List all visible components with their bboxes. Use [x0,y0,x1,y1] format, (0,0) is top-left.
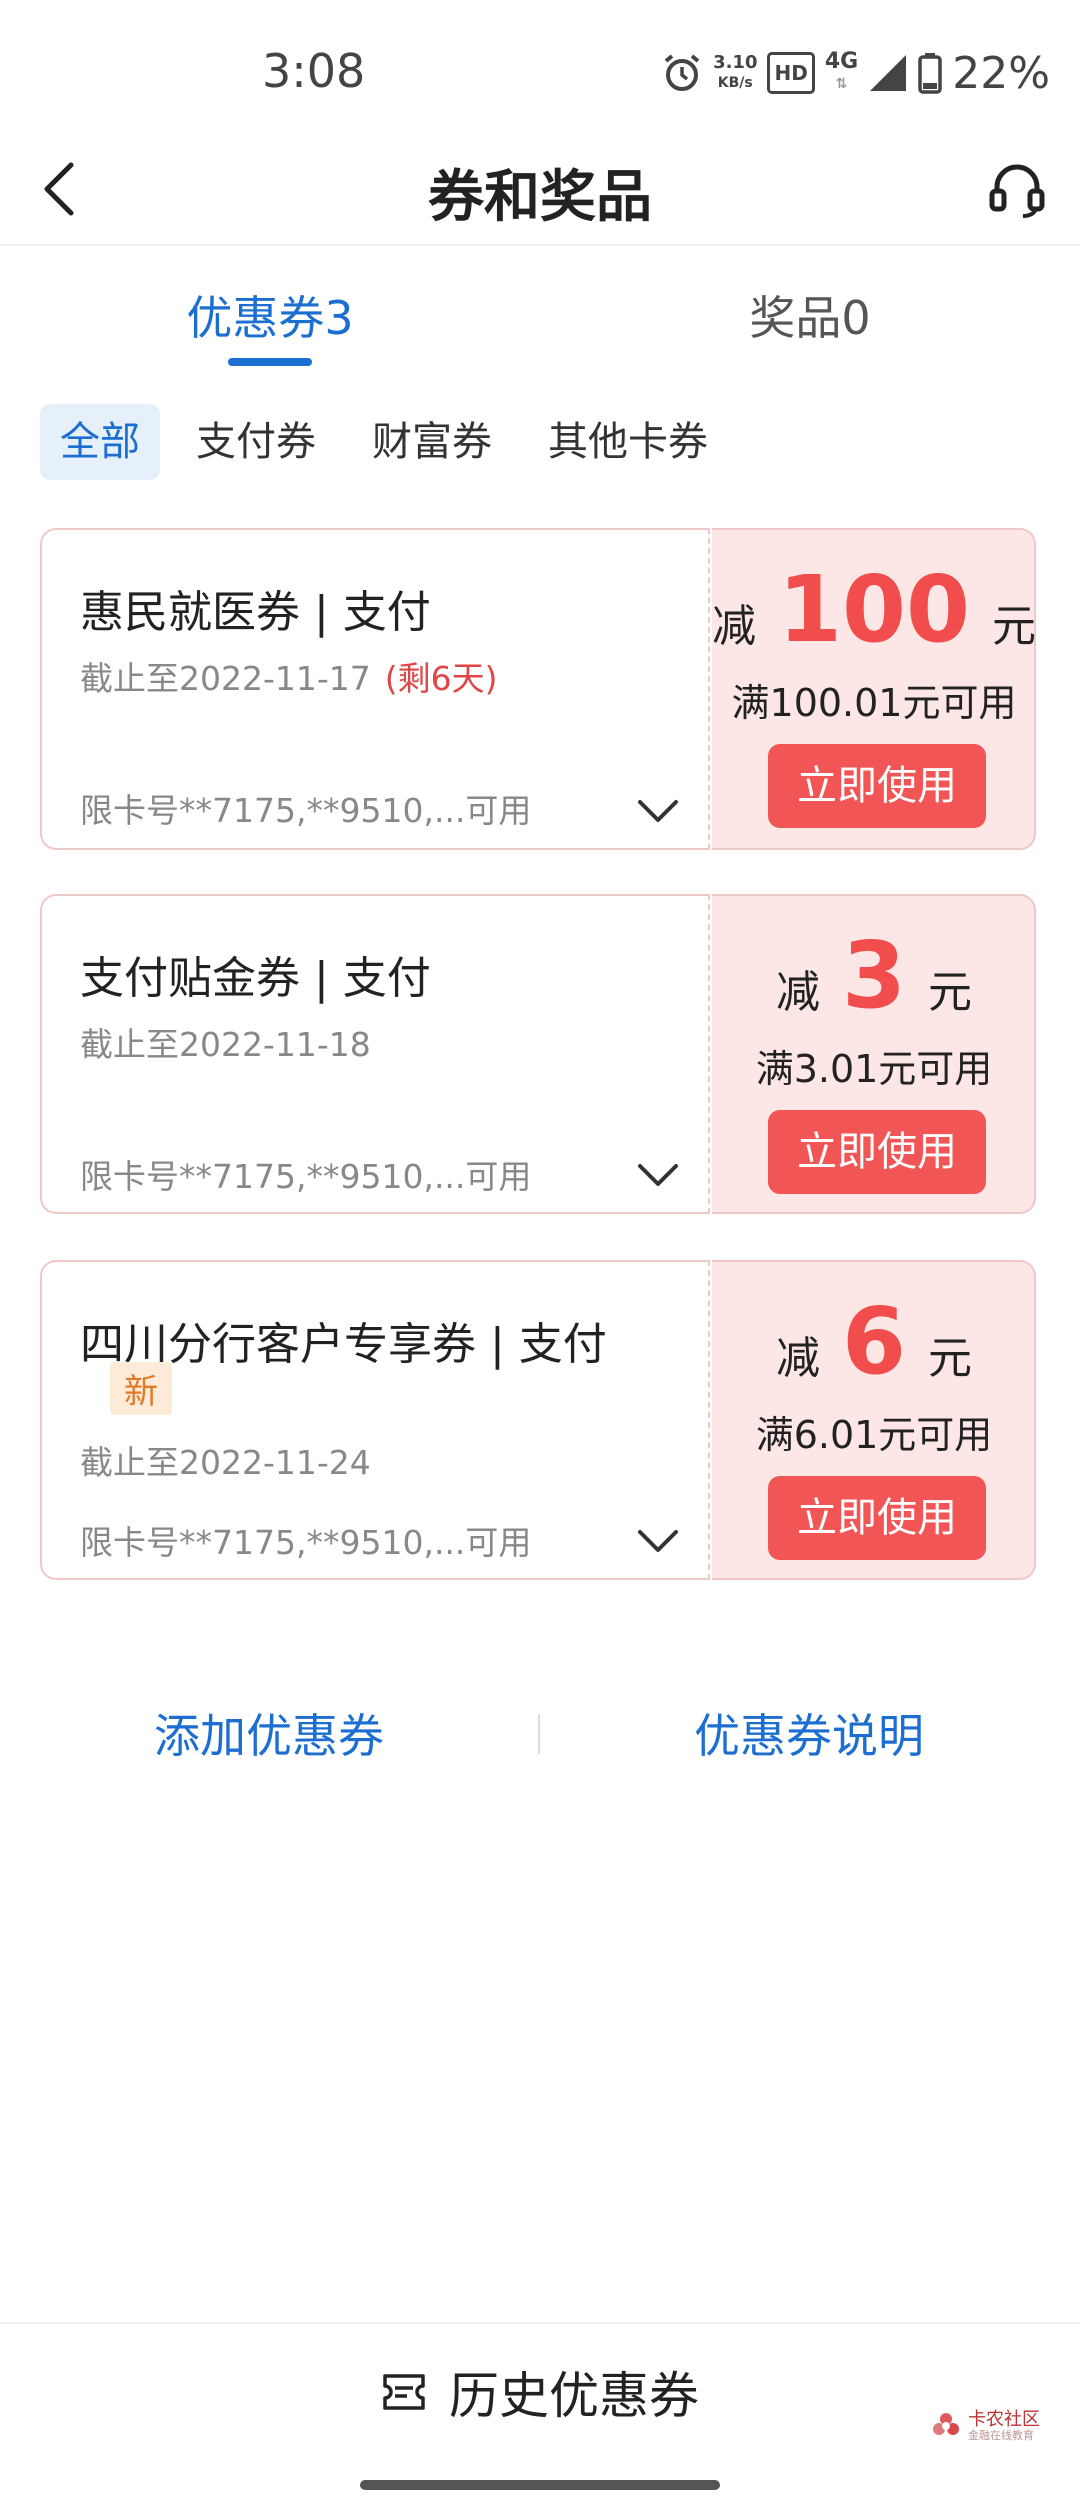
history-coupons-button[interactable]: 历史优惠券 [0,2356,1080,2428]
flower-logo-icon [933,2413,959,2435]
coupon-divider [708,894,710,1214]
use-now-button[interactable]: 立即使用 [768,1476,986,1560]
coupon-divider [708,1260,710,1580]
signal-icon [870,55,907,91]
network-type: 4G ⇅ [825,51,858,95]
amount-prefix: 减 [712,601,756,652]
amount-unit: 元 [928,1333,972,1384]
coupon-card-limit: 限卡号**7175,**9510,...可用 [80,791,532,830]
status-time: 3:08 [262,44,366,98]
coupon-card[interactable]: 四川分行客户专享券 | 支付 新 截止至2022-11-24 限卡号**7175… [40,1260,1036,1580]
coupon-expire: 截止至2022-11-24 [80,1436,371,1484]
coupon-amount-panel: 减3元 满3.01元可用 立即使用 [712,894,1036,1214]
speed-value: 3.10 [713,52,758,73]
customer-service-button[interactable] [982,154,1052,224]
data-arrows-icon: ⇅ [835,76,848,92]
filter-wealth[interactable]: 财富券 [352,404,512,480]
coupon-threshold: 满3.01元可用 [755,1047,993,1091]
home-indicator[interactable] [360,2480,720,2490]
coupon-amount-panel: 减6元 满6.01元可用 立即使用 [712,1260,1036,1580]
coupon-card[interactable]: 惠民就医券 | 支付 截止至2022-11-17 (剩6天) 限卡号**7175,… [40,528,1036,850]
chevron-down-icon[interactable] [636,796,680,826]
network-speed: 3.10 KB/s [713,53,757,93]
tab-active-indicator [228,358,312,366]
coupon-expire-date: 截止至2022-11-17 [80,659,371,698]
filter-payment[interactable]: 支付券 [176,404,336,480]
coupon-amount: 减6元 [712,1288,1036,1395]
coupon-threshold: 满6.01元可用 [755,1413,993,1457]
filter-chips: 全部 支付券 财富券 其他卡券 [40,404,728,480]
hd-icon: HD [767,52,815,94]
link-separator [538,1714,540,1754]
coupon-expire: 截止至2022-11-17 (剩6天) [80,652,498,700]
amount-prefix: 减 [775,967,820,1018]
coupon-expire-date: 截止至2022-11-18 [80,1025,371,1064]
coupon-links: 添加优惠券 优惠券说明 [0,1700,1080,1770]
history-label: 历史优惠券 [449,2367,699,2425]
status-icons: 3.10 KB/s HD 4G ⇅ 22% [661,47,1050,99]
use-now-button[interactable]: 立即使用 [768,1110,986,1194]
coupon-explain-link[interactable]: 优惠券说明 [694,1700,924,1766]
coupon-threshold: 满100.01元可用 [731,681,1017,725]
alarm-icon [664,54,700,91]
headset-icon [989,164,1045,218]
ticket-icon [383,2374,425,2410]
coupon-card[interactable]: 支付贴金券 | 支付 截止至2022-11-18 限卡号**7175,**951… [40,894,1036,1214]
new-badge: 新 [110,1362,172,1415]
watermark-logo: 卡农社区 金融在线教育 [930,2410,1040,2442]
status-bar: 3:08 3.10 KB/s HD 4G ⇅ 22% [0,0,1080,140]
coupon-card-limit: 限卡号**7175,**9510,...可用 [80,1523,532,1562]
app-header: 券和奖品 [0,140,1080,246]
battery-icon [918,53,942,94]
use-now-button[interactable]: 立即使用 [768,744,986,828]
amount-unit: 元 [928,967,972,1018]
coupon-name: 惠民就医券 | 支付 [80,587,431,638]
amount-unit: 元 [992,601,1037,652]
speed-unit: KB/s [717,75,753,91]
coupon-info: 惠民就医券 | 支付 截止至2022-11-17 (剩6天) 限卡号**7175,… [40,528,710,850]
battery-percent: 22% [952,47,1050,99]
page-title: 券和奖品 [428,165,652,230]
coupon-amount: 减3元 [712,922,1036,1029]
amount-prefix: 减 [775,1333,820,1384]
filter-other[interactable]: 其他卡券 [528,404,728,480]
amount-value: 3 [841,922,906,1029]
coupon-info: 四川分行客户专享券 | 支付 新 截止至2022-11-24 限卡号**7175… [40,1260,710,1580]
coupon-expire: 截止至2022-11-18 [80,1018,371,1066]
coupon-name: 支付贴金券 | 支付 [80,953,431,1004]
amount-value: 6 [841,1288,906,1395]
filter-all[interactable]: 全部 [40,404,160,480]
add-coupon-link[interactable]: 添加优惠券 [154,1700,384,1766]
watermark-title: 卡农社区 [968,2409,1040,2430]
coupon-amount-panel: 减 100 元 满100.01元可用 立即使用 [712,528,1036,850]
coupon-expire-date: 截止至2022-11-24 [80,1443,371,1482]
coupon-remain-days: (剩6天) [384,659,498,698]
coupon-amount: 减 100 元 [712,556,1036,663]
watermark-subtitle: 金融在线教育 [968,2429,1034,2442]
network-label: 4G [824,49,859,74]
coupon-divider [708,528,710,850]
main-tabs: 优惠券3 奖品0 [0,270,1080,370]
chevron-down-icon[interactable] [636,1160,680,1190]
bottom-bar: 历史优惠券 卡农社区 金融在线教育 [0,2322,1080,2520]
amount-value: 100 [778,556,971,663]
chevron-down-icon[interactable] [636,1526,680,1556]
coupon-info: 支付贴金券 | 支付 截止至2022-11-18 限卡号**7175,**951… [40,894,710,1214]
coupon-card-limit: 限卡号**7175,**9510,...可用 [80,1157,532,1196]
tab-prizes[interactable]: 奖品0 [540,282,1080,348]
tab-coupons[interactable]: 优惠券3 [0,282,540,348]
